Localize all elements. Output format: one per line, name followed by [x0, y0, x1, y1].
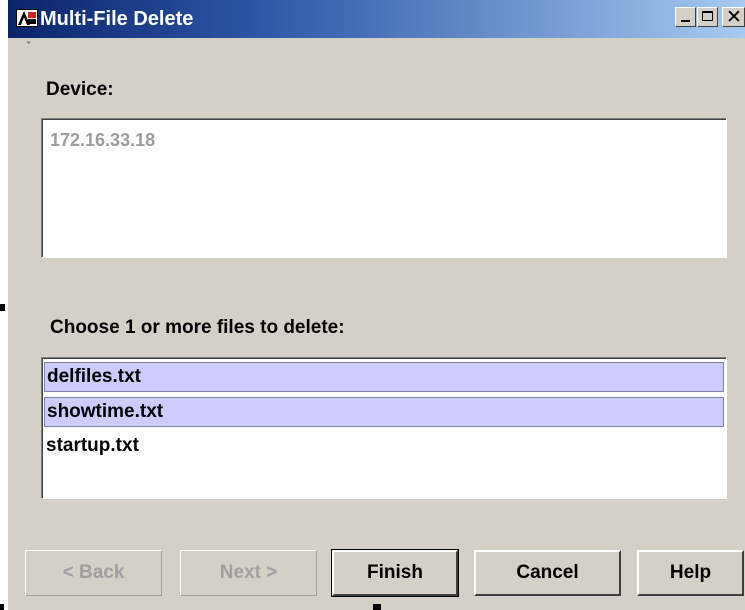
file-list[interactable]: delfiles.txt showtime.txt startup.txt [41, 357, 727, 499]
file-name: startup.txt [46, 435, 139, 456]
cancel-button[interactable]: Cancel [474, 550, 621, 596]
device-field: 172.16.33.18 [41, 118, 727, 258]
file-list-item[interactable]: showtime.txt [44, 397, 724, 427]
app-logo-icon [16, 9, 38, 27]
edge-artifact [373, 604, 381, 610]
finish-button[interactable]: Finish [331, 549, 459, 597]
edge-artifact [0, 304, 5, 311]
mouse-cursor-icon: ˇ [26, 40, 32, 53]
minimize-icon [681, 20, 690, 22]
file-name: delfiles.txt [47, 366, 141, 387]
back-button[interactable]: < Back [25, 550, 162, 596]
device-label: Device: [46, 79, 114, 100]
title-bar[interactable]: Multi-File Delete ✕ [8, 0, 745, 38]
close-icon: ✕ [726, 6, 742, 28]
file-list-item[interactable]: delfiles.txt [44, 362, 724, 392]
device-value: 172.16.33.18 [50, 130, 156, 150]
close-button[interactable]: ✕ [722, 6, 745, 28]
file-list-item[interactable]: startup.txt [44, 432, 724, 462]
files-prompt-label: Choose 1 or more files to delete: [50, 317, 345, 338]
help-button[interactable]: Help [637, 550, 744, 596]
next-button[interactable]: Next > [180, 550, 317, 596]
minimize-button[interactable] [675, 7, 696, 27]
edge-artifact [0, 604, 4, 610]
maximize-button[interactable] [697, 7, 718, 27]
window-title: Multi-File Delete [40, 8, 194, 30]
maximize-icon [702, 11, 713, 21]
multi-file-delete-dialog: Multi-File Delete ✕ ˇ Device: 172.16.33.… [8, 0, 745, 610]
file-name: showtime.txt [47, 401, 164, 422]
